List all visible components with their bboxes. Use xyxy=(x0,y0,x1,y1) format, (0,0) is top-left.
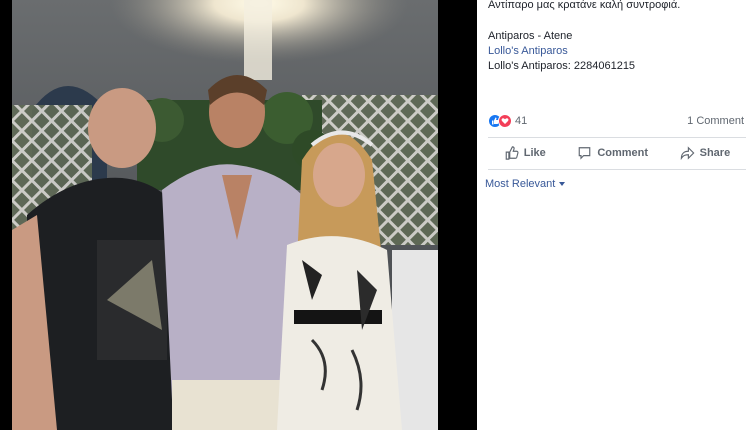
comment-icon xyxy=(579,147,591,160)
comment-sort-label: Most Relevant xyxy=(485,178,556,190)
comment-label: Comment xyxy=(597,147,649,159)
comment-sort-dropdown[interactable]: Most Relevant xyxy=(485,178,566,190)
reaction-count[interactable]: 41 xyxy=(515,115,527,127)
divider xyxy=(488,137,746,138)
caption-line: Antiparos - Atene xyxy=(488,30,573,42)
thumbs-up-icon xyxy=(505,146,519,160)
share-label: Share xyxy=(699,147,731,159)
chevron-down-icon xyxy=(559,182,566,186)
love-icon[interactable] xyxy=(498,114,512,128)
caption-line: Αντίπαρο μας κρατάνε καλή συντροφιά. xyxy=(488,0,681,11)
comment-button[interactable]: Comment xyxy=(577,146,648,160)
like-button[interactable]: Like xyxy=(504,146,546,160)
share-icon xyxy=(680,146,695,160)
share-button[interactable]: Share xyxy=(680,146,731,160)
post-photo[interactable] xyxy=(12,0,438,430)
page-link[interactable]: Lollo's Antiparos xyxy=(488,45,568,57)
action-bar: Like Comment Share xyxy=(488,140,746,166)
post-sidebar: Αντίπαρο μας κρατάνε καλή συντροφιά. Ant… xyxy=(477,0,750,430)
like-label: Like xyxy=(523,147,546,159)
post-caption: Αντίπαρο μας κρατάνε καλή συντροφιά. Ant… xyxy=(488,0,743,74)
divider xyxy=(488,169,746,170)
phone-line: Lollo's Antiparos: 2284061215 xyxy=(488,60,636,72)
reactions-bar: 41 1 Comment xyxy=(488,113,744,129)
comment-count[interactable]: 1 Comment xyxy=(687,115,744,127)
photo-viewer xyxy=(0,0,477,430)
